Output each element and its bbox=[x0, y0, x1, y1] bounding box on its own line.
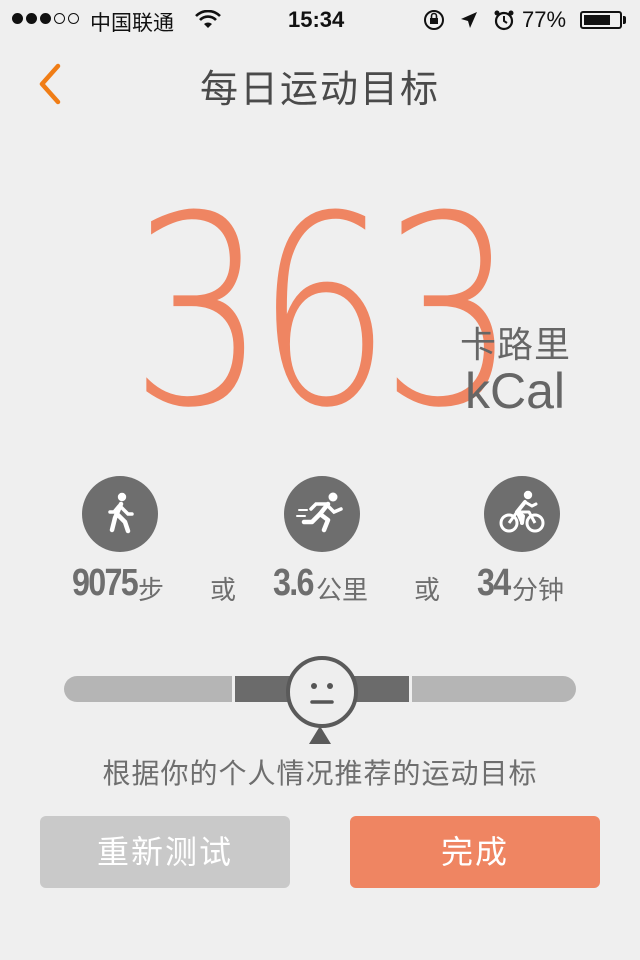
duration-value: 34 bbox=[477, 562, 511, 604]
status-time: 15:34 bbox=[288, 7, 345, 32]
location-icon bbox=[459, 10, 479, 36]
distance-unit: 公里 bbox=[316, 576, 369, 606]
alarm-icon bbox=[493, 9, 515, 37]
or-label: 或 bbox=[414, 576, 441, 606]
calorie-unit-cn: 卡路里 bbox=[460, 325, 572, 366]
carrier-name: 中国联通 bbox=[90, 11, 174, 35]
retest-button[interactable]: 重新测试 bbox=[40, 816, 290, 888]
or-label: 或 bbox=[210, 576, 237, 606]
distance-value: 3.6 bbox=[273, 562, 314, 604]
slider-pointer bbox=[309, 726, 331, 744]
duration-unit: 分钟 bbox=[512, 576, 565, 606]
slider-handle[interactable] bbox=[286, 656, 358, 728]
status-bar: 中国联通 15:34 77% bbox=[0, 0, 640, 40]
battery-icon bbox=[580, 11, 622, 29]
rotation-lock-icon bbox=[423, 9, 445, 37]
done-button[interactable]: 完成 bbox=[350, 816, 600, 888]
recommendation-hint: 根据你的个人情况推荐的运动目标 bbox=[102, 757, 538, 790]
neutral-face-icon bbox=[310, 683, 334, 704]
walking-icon bbox=[82, 476, 158, 552]
calorie-unit-en: kCal bbox=[465, 363, 566, 419]
cycling-icon bbox=[484, 476, 560, 552]
running-icon bbox=[284, 476, 360, 552]
battery-tip bbox=[623, 16, 626, 24]
signal-strength-icon bbox=[12, 13, 79, 24]
calorie-value: 363 bbox=[130, 160, 517, 465]
page-title: 每日运动目标 bbox=[199, 67, 440, 111]
battery-percent: 77% bbox=[522, 7, 567, 32]
wifi-icon bbox=[195, 9, 221, 36]
steps-value: 9075 bbox=[72, 562, 139, 604]
steps-unit: 步 bbox=[138, 576, 165, 606]
